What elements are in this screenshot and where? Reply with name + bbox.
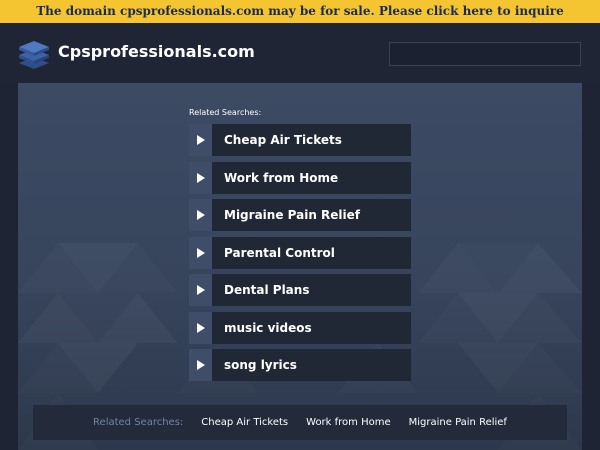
play-arrow-icon bbox=[189, 161, 212, 194]
related-link-music-videos[interactable]: music videos bbox=[189, 311, 411, 344]
related-link-label: music videos bbox=[224, 320, 312, 335]
related-link-label: Migraine Pain Relief bbox=[224, 208, 361, 222]
related-link-work-from-home[interactable]: Work from Home bbox=[189, 161, 411, 194]
site-header: Cpsprofessionals.com bbox=[0, 23, 600, 83]
play-arrow-icon bbox=[189, 274, 212, 306]
related-searches-list: Cheap Air Tickets Work from Home Migrain… bbox=[189, 124, 411, 387]
related-link-parental-control[interactable]: Parental Control bbox=[189, 236, 411, 269]
related-link-cheap-air-tickets[interactable]: Cheap Air Tickets bbox=[189, 124, 411, 156]
footer-link-work-from-home[interactable]: Work from Home bbox=[306, 417, 390, 428]
site-title[interactable]: Cpsprofessionals.com bbox=[58, 42, 255, 62]
footer-related-bar: Related Searches: Cheap Air Tickets Work… bbox=[33, 405, 567, 440]
main-panel: Related Searches: Cheap Air Tickets Work… bbox=[18, 83, 582, 450]
footer-link-cheap-air-tickets[interactable]: Cheap Air Tickets bbox=[201, 417, 288, 428]
play-arrow-icon bbox=[189, 236, 212, 269]
footer-related-label: Related Searches: bbox=[93, 417, 184, 428]
related-link-dental-plans[interactable]: Dental Plans bbox=[189, 274, 411, 306]
footer-link-migraine-pain-relief[interactable]: Migraine Pain Relief bbox=[409, 417, 507, 428]
play-arrow-icon bbox=[189, 311, 212, 344]
related-link-label: Work from Home bbox=[224, 170, 339, 185]
play-arrow-icon bbox=[189, 199, 212, 231]
related-link-label: Parental Control bbox=[224, 245, 335, 260]
stacked-layers-icon bbox=[18, 35, 50, 71]
play-arrow-icon bbox=[189, 124, 212, 156]
search-input[interactable] bbox=[389, 42, 581, 66]
play-arrow-icon bbox=[189, 349, 212, 381]
domain-sale-banner[interactable]: The domain cpsprofessionals.com may be f… bbox=[0, 0, 600, 23]
related-link-song-lyrics[interactable]: song lyrics bbox=[189, 349, 411, 381]
related-link-migraine-pain-relief[interactable]: Migraine Pain Relief bbox=[189, 199, 411, 231]
related-link-label: song lyrics bbox=[224, 358, 297, 372]
related-searches-heading: Related Searches: bbox=[189, 108, 262, 117]
related-link-label: Dental Plans bbox=[224, 283, 310, 297]
related-link-label: Cheap Air Tickets bbox=[224, 133, 342, 147]
